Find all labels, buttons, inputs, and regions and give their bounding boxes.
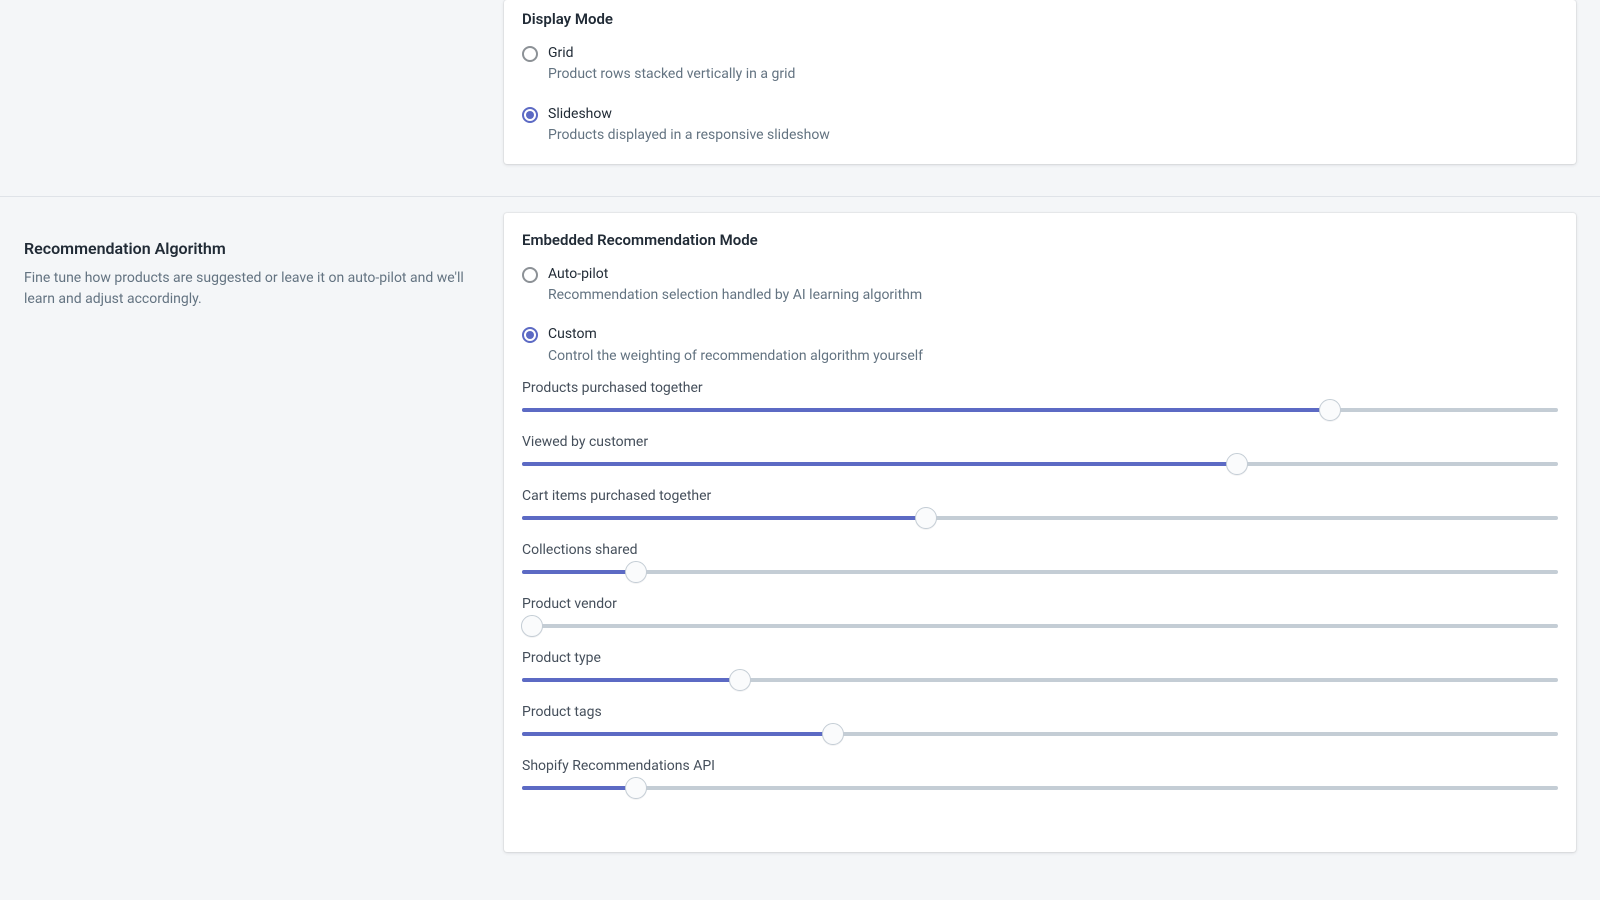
radio-label-grid: Grid: [548, 44, 795, 62]
radio-label-autopilot: Auto-pilot: [548, 265, 922, 283]
radio-circle-grid[interactable]: [522, 46, 538, 62]
slider-track[interactable]: [522, 462, 1558, 466]
radio-circle-custom[interactable]: [522, 327, 538, 343]
radio-desc-custom: Control the weighting of recommendation …: [548, 347, 923, 367]
slider-thumb[interactable]: [625, 561, 647, 583]
radio-option-slideshow[interactable]: Slideshow Products displayed in a respon…: [522, 105, 1558, 146]
section-divider: [0, 196, 1600, 197]
radio-desc-slideshow: Products displayed in a responsive slide…: [548, 126, 830, 146]
display-mode-card: Display Mode Grid Product rows stacked v…: [504, 0, 1576, 164]
radio-circle-autopilot[interactable]: [522, 267, 538, 283]
slider-fill: [522, 408, 1330, 412]
slider-product-vendor: Product vendor: [522, 596, 1558, 628]
slider-label: Collections shared: [522, 542, 1558, 558]
slider-track[interactable]: [522, 732, 1558, 736]
display-mode-title: Display Mode: [522, 10, 1558, 28]
radio-texts-autopilot: Auto-pilot Recommendation selection hand…: [548, 265, 922, 306]
radio-label-custom: Custom: [548, 325, 923, 343]
slider-label: Products purchased together: [522, 380, 1558, 396]
radio-desc-grid: Product rows stacked vertically in a gri…: [548, 65, 795, 85]
slider-fill: [522, 462, 1237, 466]
radio-option-custom[interactable]: Custom Control the weighting of recommen…: [522, 325, 1558, 366]
slider-track[interactable]: [522, 624, 1558, 628]
slider-label: Shopify Recommendations API: [522, 758, 1558, 774]
slider-thumb[interactable]: [915, 507, 937, 529]
slider-thumb[interactable]: [822, 723, 844, 745]
slider-label: Product type: [522, 650, 1558, 666]
slider-label: Product vendor: [522, 596, 1558, 612]
slider-thumb[interactable]: [1226, 453, 1248, 475]
slider-cart-items: Cart items purchased together: [522, 488, 1558, 520]
radio-option-autopilot[interactable]: Auto-pilot Recommendation selection hand…: [522, 265, 1558, 306]
slider-track[interactable]: [522, 570, 1558, 574]
slider-product-tags: Product tags: [522, 704, 1558, 736]
slider-label: Cart items purchased together: [522, 488, 1558, 504]
slider-fill: [522, 786, 636, 790]
slider-thumb[interactable]: [521, 615, 543, 637]
embedded-mode-title: Embedded Recommendation Mode: [522, 231, 1558, 249]
algorithm-section-header: Recommendation Algorithm Fine tune how p…: [24, 213, 504, 853]
radio-texts-custom: Custom Control the weighting of recommen…: [548, 325, 923, 366]
slider-thumb[interactable]: [1319, 399, 1341, 421]
algorithm-title: Recommendation Algorithm: [24, 239, 480, 258]
slider-shopify-api: Shopify Recommendations API: [522, 758, 1558, 790]
slider-product-type: Product type: [522, 650, 1558, 682]
slider-fill: [522, 570, 636, 574]
slider-collections-shared: Collections shared: [522, 542, 1558, 574]
radio-texts-slideshow: Slideshow Products displayed in a respon…: [548, 105, 830, 146]
slider-track[interactable]: [522, 516, 1558, 520]
slider-track[interactable]: [522, 678, 1558, 682]
slider-track[interactable]: [522, 408, 1558, 412]
embedded-mode-radio-group: Auto-pilot Recommendation selection hand…: [522, 265, 1558, 367]
embedded-mode-card: Embedded Recommendation Mode Auto-pilot …: [504, 213, 1576, 853]
slider-purchased-together: Products purchased together: [522, 380, 1558, 412]
slider-fill: [522, 678, 740, 682]
slider-fill: [522, 516, 926, 520]
display-mode-radio-group: Grid Product rows stacked vertically in …: [522, 44, 1558, 146]
slider-thumb[interactable]: [625, 777, 647, 799]
slider-track[interactable]: [522, 786, 1558, 790]
algorithm-desc: Fine tune how products are suggested or …: [24, 268, 480, 310]
radio-desc-autopilot: Recommendation selection handled by AI l…: [548, 286, 922, 306]
radio-texts-grid: Grid Product rows stacked vertically in …: [548, 44, 795, 85]
slider-label: Product tags: [522, 704, 1558, 720]
radio-circle-slideshow[interactable]: [522, 107, 538, 123]
radio-label-slideshow: Slideshow: [548, 105, 830, 123]
slider-label: Viewed by customer: [522, 434, 1558, 450]
slider-thumb[interactable]: [729, 669, 751, 691]
radio-option-grid[interactable]: Grid Product rows stacked vertically in …: [522, 44, 1558, 85]
slider-fill: [522, 732, 833, 736]
slider-viewed-by-customer: Viewed by customer: [522, 434, 1558, 466]
